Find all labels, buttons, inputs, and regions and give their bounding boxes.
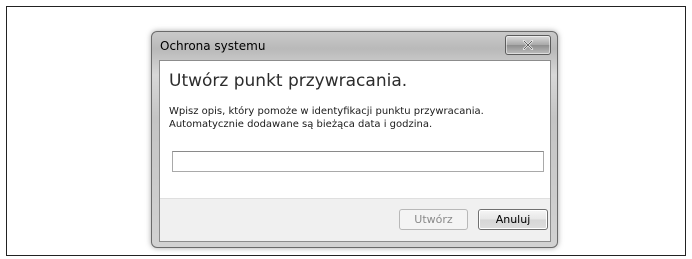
dialog-footer: Utwórz Anuluj: [160, 198, 550, 241]
screenshot-frame: Ochrona systemu Utwórz punkt przywracani…: [6, 6, 686, 256]
dialog-heading: Utwórz punkt przywracania.: [169, 71, 408, 91]
dialog-content: Utwórz punkt przywracania. Wpisz opis, k…: [159, 60, 551, 242]
create-button[interactable]: Utwórz: [399, 209, 468, 230]
cancel-button[interactable]: Anuluj: [478, 209, 548, 230]
window-title: Ochrona systemu: [160, 39, 266, 53]
system-protection-dialog: Ochrona systemu Utwórz punkt przywracani…: [151, 31, 558, 248]
restore-point-description-input[interactable]: [172, 151, 544, 172]
close-icon: [522, 40, 534, 50]
close-button[interactable]: [505, 35, 551, 55]
dialog-description: Wpisz opis, który pomoże w identyfikacji…: [169, 106, 484, 130]
title-bar[interactable]: Ochrona systemu: [152, 32, 557, 60]
